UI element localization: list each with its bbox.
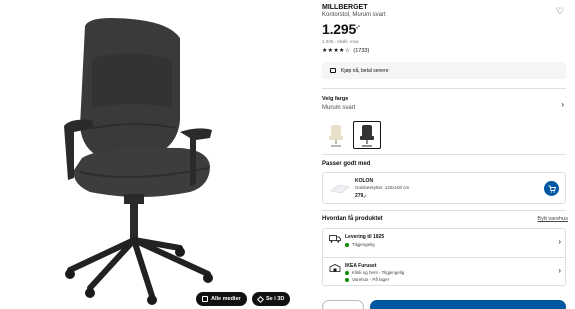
- delivery-title: Levering til 1825: [345, 234, 385, 240]
- gallery-icon: [202, 296, 208, 302]
- store-status-1-text: Klikk og hent - Tilgjengelig: [352, 270, 405, 275]
- in-stock-dot-icon: [345, 242, 349, 247]
- store-icon: [329, 264, 341, 272]
- quantity-stepper[interactable]: [322, 300, 364, 309]
- in-stock-dot-icon: [345, 277, 349, 282]
- color-section-title: Velg farge: [322, 96, 349, 102]
- pairs-item-description: Gulvbeskytter, 120x100 cm: [355, 185, 410, 190]
- chevron-right-icon: ›: [558, 266, 561, 275]
- floor-protector-image: [330, 184, 350, 194]
- cart-icon: [548, 185, 556, 193]
- price-excl-vat: 1.036,- ekskl. mva: [322, 39, 359, 44]
- product-description: Kontorstol, Murum svart: [322, 12, 386, 18]
- price-suffix: ,-: [356, 23, 360, 30]
- view-3d-label: Se i 3D: [266, 296, 285, 302]
- add-to-cart-button[interactable]: [544, 181, 559, 196]
- cube-3d-icon: [256, 295, 265, 303]
- all-media-button[interactable]: Alle medier: [196, 292, 247, 306]
- divider: [322, 88, 566, 89]
- get-product-title: Hvordan få produktet: [322, 216, 383, 222]
- product-name: MILLBERGET: [322, 4, 368, 11]
- heart-icon[interactable]: ♡: [556, 6, 564, 17]
- pay-later-banner[interactable]: Kjøp nå, betal senere: [322, 62, 566, 79]
- delivery-row[interactable]: Levering til 1825 Tilgjengelig ›: [323, 229, 565, 257]
- chevron-right-icon: ›: [558, 237, 561, 246]
- product-price: 1.295,-: [322, 21, 360, 37]
- truck-icon: [329, 235, 341, 243]
- pairs-with-title: Passer godt med: [322, 161, 371, 167]
- store-status-2: Varehus - På lager: [345, 277, 389, 282]
- price-main: 1.295: [322, 21, 357, 37]
- delivery-status: Tilgjengelig: [345, 242, 375, 247]
- selected-color: Murum svart: [322, 105, 356, 111]
- product-gallery: Alle medier Se i 3D: [0, 0, 300, 309]
- pairs-with-card[interactable]: KOLON Gulvbeskytter, 120x100 cm 279,-: [322, 172, 566, 204]
- color-swatch-black[interactable]: [353, 121, 381, 149]
- all-media-label: Alle medier: [211, 296, 241, 302]
- divider: [322, 154, 566, 155]
- in-stock-dot-icon: [345, 270, 349, 275]
- divider: [322, 210, 566, 211]
- pairs-item-price: 279,-: [355, 193, 367, 199]
- store-status-1: Klikk og hent - Tilgjengelig: [345, 270, 404, 275]
- product-image[interactable]: [30, 8, 230, 308]
- view-3d-button[interactable]: Se i 3D: [252, 292, 291, 306]
- payment-tag-icon: [330, 68, 336, 73]
- add-to-cart-main-button[interactable]: [370, 300, 566, 309]
- store-title: IKEA Furuset: [345, 263, 377, 269]
- change-store-link[interactable]: Bytt varehus: [537, 216, 568, 222]
- review-count: (1733): [353, 47, 370, 54]
- rating[interactable]: ★★★★☆ (1733): [322, 47, 370, 55]
- star-rating-icon: ★★★★☆: [322, 48, 351, 54]
- chevron-right-icon[interactable]: ›: [561, 100, 564, 109]
- store-status-2-text: Varehus - På lager: [352, 277, 390, 282]
- store-row[interactable]: IKEA Furuset Klikk og hent - Tilgjengeli…: [323, 258, 565, 286]
- pay-later-text: Kjøp nå, betal senere: [341, 67, 389, 74]
- product-info-panel: MILLBERGET Kontorstol, Murum svart ♡ 1.2…: [322, 0, 568, 309]
- pairs-item-name: KOLON: [355, 178, 374, 184]
- color-swatch-beige[interactable]: [322, 121, 350, 149]
- availability-box: Levering til 1825 Tilgjengelig › IKEA Fu…: [322, 228, 566, 286]
- delivery-status-text: Tilgjengelig: [352, 242, 375, 247]
